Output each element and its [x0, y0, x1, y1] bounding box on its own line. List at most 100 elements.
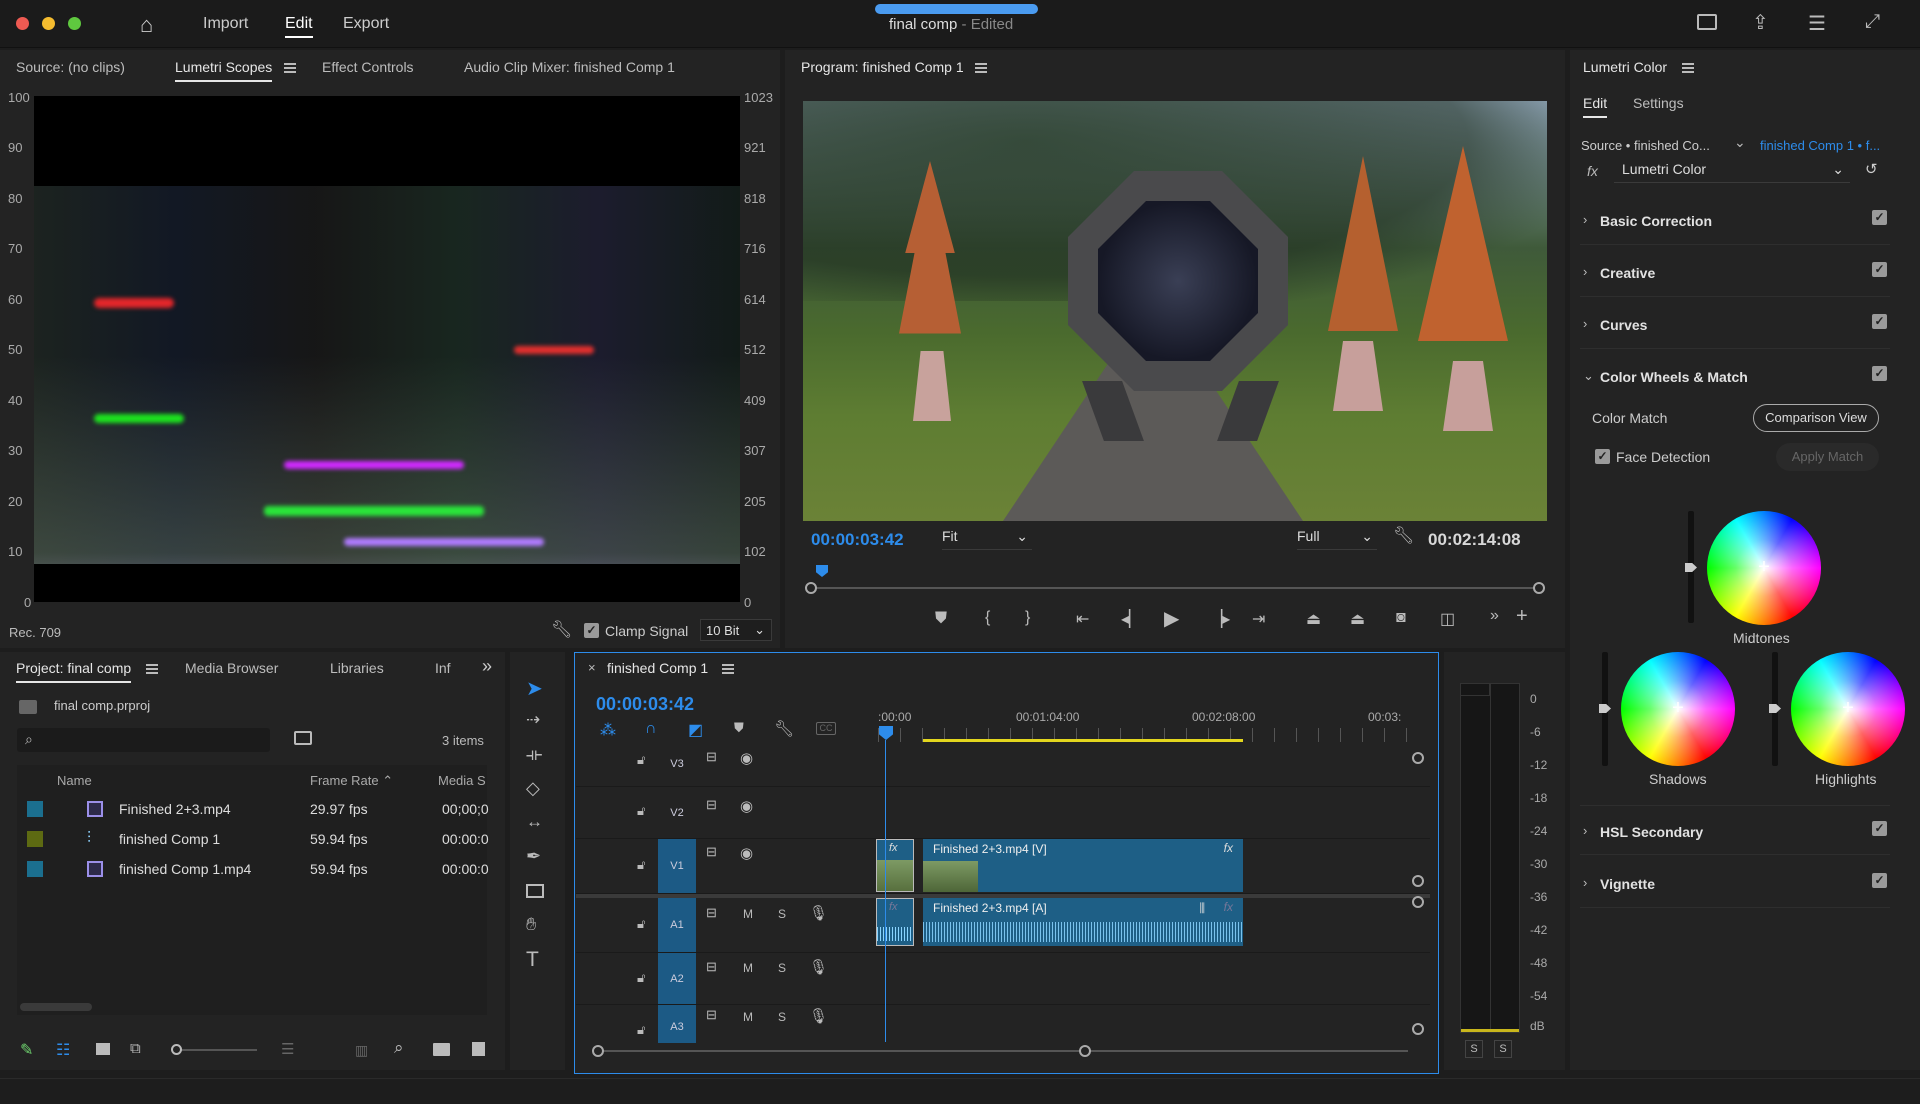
label-color-swatch[interactable] — [27, 801, 43, 817]
collapse-chevron-icon[interactable]: ⌄ — [1583, 368, 1594, 384]
track-a2[interactable]: 🔓︎ A2 ⊟ M S 🎙︎ — [576, 953, 1430, 1005]
lumetri-tab-settings[interactable]: Settings — [1633, 95, 1684, 111]
timeline-vertical-scroll-mid[interactable] — [1412, 875, 1424, 887]
program-playhead-timecode[interactable]: 00:00:03:42 — [811, 530, 904, 550]
lift-icon[interactable]: ⏏ — [1306, 609, 1321, 629]
export-frame-camera-icon[interactable]: ◙ — [1396, 609, 1406, 627]
lock-icon[interactable]: 🔓︎ — [637, 803, 645, 819]
more-panels-icon[interactable]: » — [482, 656, 492, 677]
video-clip[interactable]: Finished 2+3.mp4 [V] fx — [923, 839, 1243, 892]
track-v3[interactable]: 🔓︎ V3 ⊟ ◉ — [576, 742, 1430, 787]
solo-button[interactable]: S — [778, 1010, 786, 1024]
lumetri-tab-edit[interactable]: Edit — [1583, 95, 1608, 118]
ripple-edit-tool-icon[interactable]: ⟛ — [526, 744, 542, 765]
vignette-checkbox[interactable]: ✓ — [1872, 873, 1887, 888]
track-id[interactable]: V3 — [658, 742, 696, 786]
go-to-out-icon[interactable]: ⇥ — [1252, 609, 1265, 629]
mute-button[interactable]: M — [743, 907, 753, 921]
shadows-slider[interactable] — [1599, 652, 1611, 766]
scopes-menu-icon[interactable] — [284, 63, 296, 73]
column-media-start[interactable]: Media S — [438, 773, 486, 788]
solo-left-button[interactable]: S — [1465, 1040, 1483, 1058]
section-basic-correction[interactable]: › Basic Correction ✓ — [1580, 195, 1890, 245]
workspace-icon[interactable] — [1697, 14, 1717, 30]
tab-libraries[interactable]: Libraries — [330, 660, 384, 676]
microphone-icon[interactable]: 🎙︎ — [809, 1007, 828, 1025]
tab-source[interactable]: Source: (no clips) — [16, 59, 125, 75]
tab-audio-clip-mixer[interactable]: Audio Clip Mixer: finished Comp 1 — [464, 59, 675, 75]
shadows-wheel[interactable]: + — [1621, 652, 1735, 766]
expand-chevron-icon[interactable]: › — [1583, 316, 1587, 331]
program-title[interactable]: Program: finished Comp 1 — [801, 59, 964, 75]
window-minimize-button[interactable] — [42, 17, 55, 30]
lumetri-menu-icon[interactable] — [1682, 63, 1694, 73]
expand-chevron-icon[interactable]: › — [1583, 264, 1587, 279]
track-id[interactable]: A2 — [658, 953, 696, 1004]
sync-lock-icon[interactable]: ⊟ — [706, 1007, 717, 1023]
project-row[interactable]: ⫶ finished Comp 1 59.94 fps 00:00:0 — [17, 825, 489, 855]
nav-edit[interactable]: Edit — [285, 15, 313, 38]
extract-icon[interactable]: ⏏ — [1350, 609, 1365, 629]
reset-effect-icon[interactable]: ↺ — [1865, 160, 1878, 178]
captions-icon[interactable]: CC — [816, 722, 836, 735]
write-mode-pencil-icon[interactable]: ✎ — [20, 1040, 33, 1060]
sync-lock-icon[interactable]: ⊟ — [706, 905, 717, 921]
tab-lumetri-scopes[interactable]: Lumetri Scopes — [175, 59, 273, 82]
lock-icon[interactable]: 🔓︎ — [637, 857, 645, 873]
lock-icon[interactable]: 🔓︎ — [637, 1022, 645, 1038]
sync-lock-icon[interactable]: ⊟ — [706, 959, 717, 975]
program-settings-wrench-icon[interactable]: 🔧︎ — [1393, 526, 1415, 546]
go-to-in-icon[interactable]: ⇤ — [1076, 609, 1089, 629]
share-icon[interactable]: ⇪ — [1752, 10, 1769, 35]
automate-to-sequence-icon[interactable]: ▥ — [355, 1042, 368, 1059]
audio-clip[interactable]: Finished 2+3.mp4 [A] ⫼ fx — [923, 898, 1243, 946]
section-hsl-secondary[interactable]: › HSL Secondary ✓ — [1580, 805, 1890, 855]
linked-selection-icon[interactable]: ◩ — [688, 720, 703, 740]
track-id[interactable]: A1 — [658, 898, 696, 952]
timeline-vertical-scroll-audio[interactable] — [1412, 896, 1424, 908]
tab-project[interactable]: Project: final comp — [16, 660, 132, 683]
razor-tool-icon[interactable]: ◇ — [526, 778, 540, 799]
slip-tool-icon[interactable]: ↔ — [526, 812, 543, 832]
color-wheels-checkbox[interactable]: ✓ — [1872, 366, 1887, 381]
scrubber-end-handle[interactable] — [1533, 582, 1545, 594]
eye-icon[interactable]: ◉ — [740, 797, 753, 815]
midtones-wheel[interactable]: + — [1707, 511, 1821, 625]
effect-select[interactable]: Lumetri Color ⌄ — [1614, 161, 1850, 183]
zoom-end-handle[interactable] — [1079, 1045, 1091, 1057]
mark-out-icon[interactable]: } — [1025, 609, 1030, 627]
lock-icon[interactable]: 🔓︎ — [637, 970, 645, 986]
solo-button[interactable]: S — [778, 907, 786, 921]
section-color-wheels[interactable]: ⌄ Color Wheels & Match ✓ — [1580, 351, 1890, 401]
track-id[interactable]: V1 — [658, 839, 696, 893]
tab-sequence[interactable]: finished Comp 1 — [607, 660, 708, 676]
sync-lock-icon[interactable]: ⊟ — [706, 749, 717, 765]
eye-icon[interactable]: ◉ — [740, 844, 753, 862]
project-horizontal-scrollbar[interactable] — [20, 1003, 92, 1011]
nav-import[interactable]: Import — [203, 15, 248, 33]
button-editor-plus-icon[interactable]: + — [1516, 605, 1528, 628]
column-frame-rate[interactable]: Frame Rate ⌃ — [310, 773, 393, 789]
track-id[interactable]: A3 — [658, 1005, 696, 1043]
find-icon[interactable]: ⌕ — [394, 1038, 404, 1058]
play-icon[interactable]: ▶ — [1164, 606, 1179, 631]
midtones-slider[interactable] — [1685, 511, 1697, 623]
hsl-secondary-checkbox[interactable]: ✓ — [1872, 821, 1887, 836]
rectangle-tool-icon[interactable] — [526, 884, 544, 898]
track-select-tool-icon[interactable]: ⇢ — [526, 710, 540, 730]
section-creative[interactable]: › Creative ✓ — [1580, 247, 1890, 297]
lumetri-title[interactable]: Lumetri Color — [1583, 59, 1667, 75]
microphone-icon[interactable]: 🎙︎ — [809, 904, 828, 922]
mute-button[interactable]: M — [743, 961, 753, 975]
pen-tool-icon[interactable]: ✒ — [526, 846, 541, 867]
zoom-start-handle[interactable] — [592, 1045, 604, 1057]
window-close-button[interactable] — [16, 17, 29, 30]
highlights-wheel[interactable]: + — [1791, 652, 1905, 766]
timeline-horizontal-scrollbar[interactable] — [598, 1050, 1408, 1052]
fullscreen-icon[interactable]: ⤢ — [1865, 11, 1880, 33]
project-row[interactable]: Finished 2+3.mp4 29.97 fps 00;00;0 — [17, 795, 489, 825]
microphone-icon[interactable]: 🎙︎ — [809, 958, 828, 976]
more-controls-icon[interactable]: » — [1490, 607, 1499, 625]
sort-icons-icon[interactable]: ☰ — [281, 1040, 294, 1058]
home-icon[interactable]: ⌂ — [140, 12, 153, 38]
